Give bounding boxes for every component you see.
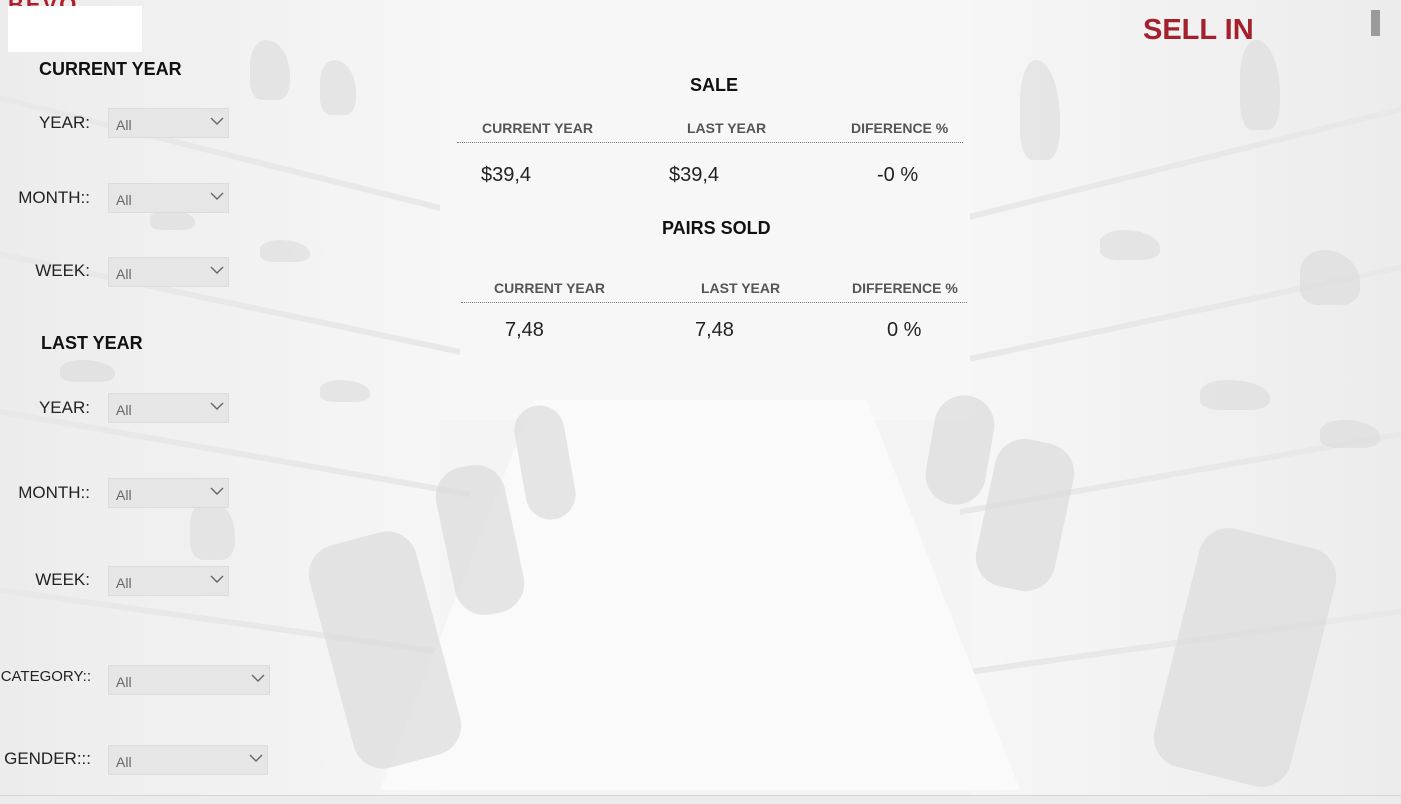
pairs-last-year-value: 7,48 (695, 319, 734, 341)
chevron-down-icon (210, 263, 224, 274)
dropdown-value: All (116, 754, 132, 770)
chevron-down-icon (210, 189, 224, 200)
pairs-current-year-value: 7,48 (505, 319, 544, 341)
pairs-col-last-year: LAST YEAR (701, 280, 781, 296)
sale-col-difference: DIFERENCE % (851, 120, 949, 136)
sale-difference-value: -0 % (877, 164, 919, 186)
last-year-month-label: MONTH:: (18, 483, 90, 502)
pairs-col-difference: DIFFERENCE % (852, 280, 958, 296)
current-year-year-label: YEAR: (38, 113, 90, 132)
background-back-wall (440, 0, 971, 420)
scrollbar-thumb[interactable] (1371, 10, 1380, 36)
dropdown-value: All (116, 117, 132, 133)
current-year-week-dropdown[interactable]: All (108, 257, 229, 287)
current-year-filters-title: CURRENT YEAR (39, 59, 182, 79)
chevron-down-icon (210, 114, 224, 125)
pairs-sold-card-title: PAIRS SOLD (662, 218, 771, 238)
current-year-month-dropdown[interactable]: All (108, 183, 229, 213)
dropdown-value: All (116, 487, 132, 503)
pairs-difference-value: 0 % (887, 319, 922, 341)
sale-col-last-year: LAST YEAR (687, 120, 767, 136)
chevron-down-icon (210, 572, 224, 583)
chevron-down-icon (249, 751, 263, 762)
sale-last-year-value: $39,4 (669, 164, 720, 186)
category-dropdown[interactable]: All (108, 665, 270, 695)
current-year-month-label: MONTH:: (18, 188, 90, 207)
gender-label: GENDER::: (4, 749, 91, 768)
sale-header-divider (457, 142, 963, 143)
current-year-week-label: WEEK: (35, 261, 90, 280)
logo-cover (8, 6, 142, 52)
last-year-week-label: WEEK: (35, 570, 90, 589)
dropdown-value: All (116, 266, 132, 282)
sale-col-current-year: CURRENT YEAR (482, 120, 593, 136)
last-year-year-label: YEAR: (38, 398, 90, 417)
chevron-down-icon (210, 484, 224, 495)
gender-dropdown[interactable]: All (108, 745, 268, 775)
dropdown-value: All (116, 674, 132, 690)
dropdown-value: All (116, 575, 132, 591)
sale-card-title: SALE (690, 75, 739, 95)
last-year-year-dropdown[interactable]: All (108, 393, 229, 423)
current-year-year-dropdown[interactable]: All (108, 108, 229, 138)
pairs-header-divider (461, 302, 967, 303)
sale-current-year-value: $39,4 (481, 164, 532, 186)
category-label: CATEGORY:: (0, 668, 91, 685)
dropdown-value: All (116, 402, 132, 418)
page-title: SELL IN (1143, 14, 1254, 46)
last-year-month-dropdown[interactable]: All (108, 478, 229, 508)
last-year-week-dropdown[interactable]: All (108, 566, 229, 596)
last-year-filters-title: LAST YEAR (41, 333, 143, 353)
chevron-down-icon (251, 671, 265, 682)
pairs-col-current-year: CURRENT YEAR (494, 280, 605, 296)
dropdown-value: All (116, 192, 132, 208)
chevron-down-icon (210, 399, 224, 410)
